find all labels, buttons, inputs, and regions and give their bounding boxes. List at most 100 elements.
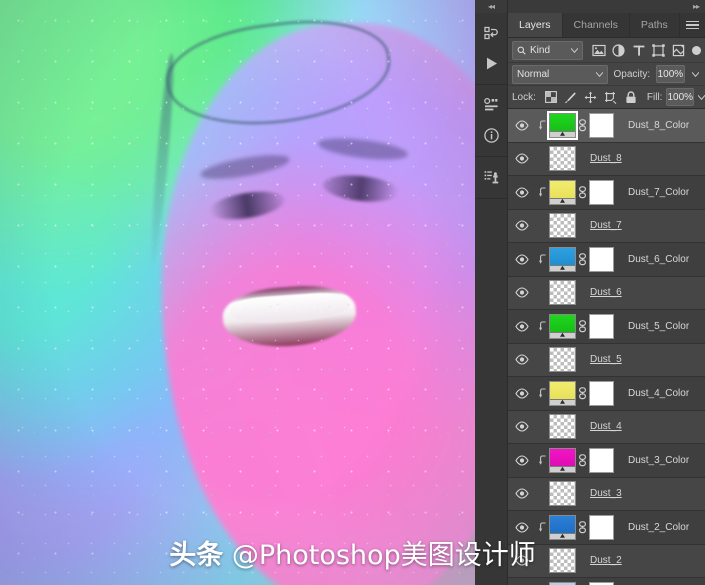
layer-name-label[interactable]: Dust_3 — [590, 488, 622, 499]
layer-mask-thumbnail[interactable] — [589, 380, 614, 406]
tab-layers[interactable]: Layers — [508, 13, 563, 37]
layer-mask-thumbnail[interactable] — [589, 514, 614, 540]
layer-mask-link-icon[interactable] — [576, 386, 589, 400]
layer-name-label[interactable]: Dust_6_Color — [628, 254, 689, 265]
layer-mask-thumbnail[interactable] — [589, 179, 614, 205]
layer-thumbnail-group[interactable] — [549, 313, 576, 339]
layer-name-label[interactable]: Dust_7_Color — [628, 187, 689, 198]
layer-row[interactable]: Dust_1_Color — [508, 578, 705, 585]
layer-thumbnail-group[interactable] — [549, 280, 576, 306]
filter-kind-select[interactable]: Kind — [512, 40, 583, 60]
layer-visibility-toggle[interactable] — [508, 354, 536, 365]
layer-row[interactable]: Dust_5 — [508, 343, 705, 377]
opacity-chevron-down-icon[interactable] — [691, 66, 701, 82]
tab-channels[interactable]: Channels — [563, 13, 630, 37]
properties-icon[interactable] — [478, 91, 504, 119]
layer-row[interactable]: Dust_8 — [508, 142, 705, 176]
layer-list[interactable]: Dust_8_Color Dust_8 Dust_7_Color Dust_7 Dust… — [508, 109, 705, 585]
layer-gradient-thumbnail[interactable] — [549, 179, 576, 205]
layer-visibility-toggle[interactable] — [508, 287, 536, 298]
layer-thumbnail-group[interactable] — [549, 380, 576, 406]
history-icon[interactable] — [478, 19, 504, 47]
layer-visibility-toggle[interactable] — [508, 522, 536, 533]
layer-mask-link-icon[interactable] — [576, 185, 589, 199]
layer-row[interactable]: Dust_4_Color — [508, 377, 705, 411]
layer-row[interactable]: Dust_7_Color — [508, 176, 705, 210]
layer-gradient-thumbnail[interactable] — [549, 514, 576, 540]
layer-thumbnail-group[interactable] — [549, 447, 576, 473]
filter-adjustment-icon[interactable] — [609, 41, 628, 59]
layer-thumbnail-group[interactable] — [549, 246, 576, 272]
layer-name-label[interactable]: Dust_3_Color — [628, 455, 689, 466]
layer-name-label[interactable]: Dust_7 — [590, 220, 622, 231]
layer-visibility-toggle[interactable] — [508, 388, 536, 399]
layer-name-label[interactable]: Dust_8 — [590, 153, 622, 164]
layer-visibility-toggle[interactable] — [508, 187, 536, 198]
layer-mask-thumbnail[interactable] — [589, 246, 614, 272]
filter-toggle-switch[interactable] — [692, 45, 701, 55]
layer-mask-link-icon[interactable] — [576, 520, 589, 534]
canvas-area[interactable] — [0, 0, 475, 585]
tab-paths[interactable]: Paths — [630, 13, 680, 37]
panel-menu-button[interactable] — [680, 13, 705, 37]
layer-name-label[interactable]: Dust_4_Color — [628, 388, 689, 399]
layer-name-label[interactable]: Dust_6 — [590, 287, 622, 298]
layer-row[interactable]: Dust_6 — [508, 276, 705, 310]
layer-row[interactable]: Dust_4 — [508, 410, 705, 444]
layer-mask-link-icon[interactable] — [576, 118, 589, 132]
layer-row[interactable]: Dust_8_Color — [508, 109, 705, 143]
layer-mask-link-icon[interactable] — [576, 252, 589, 266]
layer-row[interactable]: Dust_6_Color — [508, 243, 705, 277]
layer-row[interactable]: Dust_2_Color — [508, 511, 705, 545]
filter-shape-icon[interactable] — [649, 41, 668, 59]
layer-visibility-toggle[interactable] — [508, 153, 536, 164]
blend-mode-select[interactable]: Normal — [512, 64, 608, 84]
lock-position-icon[interactable] — [583, 89, 599, 105]
layer-mask-thumbnail[interactable] — [589, 447, 614, 473]
layer-thumbnail-group[interactable] — [549, 414, 576, 440]
lock-all-icon[interactable] — [623, 89, 639, 105]
layer-mask-thumbnail[interactable] — [589, 112, 614, 138]
layer-pixel-thumbnail[interactable] — [549, 414, 576, 440]
layer-mask-link-icon[interactable] — [576, 319, 589, 333]
layer-visibility-toggle[interactable] — [508, 455, 536, 466]
fill-input[interactable]: 100% — [666, 88, 695, 106]
filter-pixel-layers-icon[interactable] — [589, 41, 608, 59]
layer-pixel-thumbnail[interactable] — [549, 347, 576, 373]
dock-collapse-button[interactable]: ◂◂ — [475, 0, 507, 13]
layer-visibility-toggle[interactable] — [508, 220, 536, 231]
layer-name-label[interactable]: Dust_5 — [590, 354, 622, 365]
layer-name-label[interactable]: Dust_4 — [590, 421, 622, 432]
layer-gradient-thumbnail[interactable] — [549, 447, 576, 473]
opacity-input[interactable]: 100% — [656, 65, 685, 83]
layer-thumbnail-group[interactable] — [549, 481, 576, 507]
layer-name-label[interactable]: Dust_8_Color — [628, 120, 689, 131]
layer-pixel-thumbnail[interactable] — [549, 146, 576, 172]
layer-gradient-thumbnail[interactable] — [549, 380, 576, 406]
layer-visibility-toggle[interactable] — [508, 120, 536, 131]
layer-visibility-toggle[interactable] — [508, 555, 536, 566]
lock-artboard-icon[interactable] — [603, 89, 619, 105]
layer-mask-link-icon[interactable] — [576, 453, 589, 467]
layer-name-label[interactable]: Dust_5_Color — [628, 321, 689, 332]
layer-pixel-thumbnail[interactable] — [549, 548, 576, 574]
layer-gradient-thumbnail[interactable] — [549, 313, 576, 339]
layer-gradient-thumbnail[interactable] — [549, 246, 576, 272]
layer-row[interactable]: Dust_3_Color — [508, 444, 705, 478]
filter-smart-object-icon[interactable] — [669, 41, 688, 59]
info-icon[interactable] — [478, 121, 504, 149]
layer-row[interactable]: Dust_7 — [508, 209, 705, 243]
layer-row[interactable]: Dust_3 — [508, 477, 705, 511]
layer-thumbnail-group[interactable] — [549, 146, 576, 172]
lock-transparent-pixels-icon[interactable] — [543, 89, 559, 105]
layer-thumbnail-group[interactable] — [549, 514, 576, 540]
clone-source-icon[interactable] — [478, 163, 504, 191]
layer-pixel-thumbnail[interactable] — [549, 280, 576, 306]
layer-pixel-thumbnail[interactable] — [549, 481, 576, 507]
layer-thumbnail-group[interactable] — [547, 110, 578, 140]
layer-visibility-toggle[interactable] — [508, 421, 536, 432]
layer-thumbnail-group[interactable] — [549, 548, 576, 574]
fill-chevron-down-icon[interactable] — [698, 89, 705, 105]
lock-image-pixels-icon[interactable] — [563, 89, 579, 105]
layer-visibility-toggle[interactable] — [508, 254, 536, 265]
